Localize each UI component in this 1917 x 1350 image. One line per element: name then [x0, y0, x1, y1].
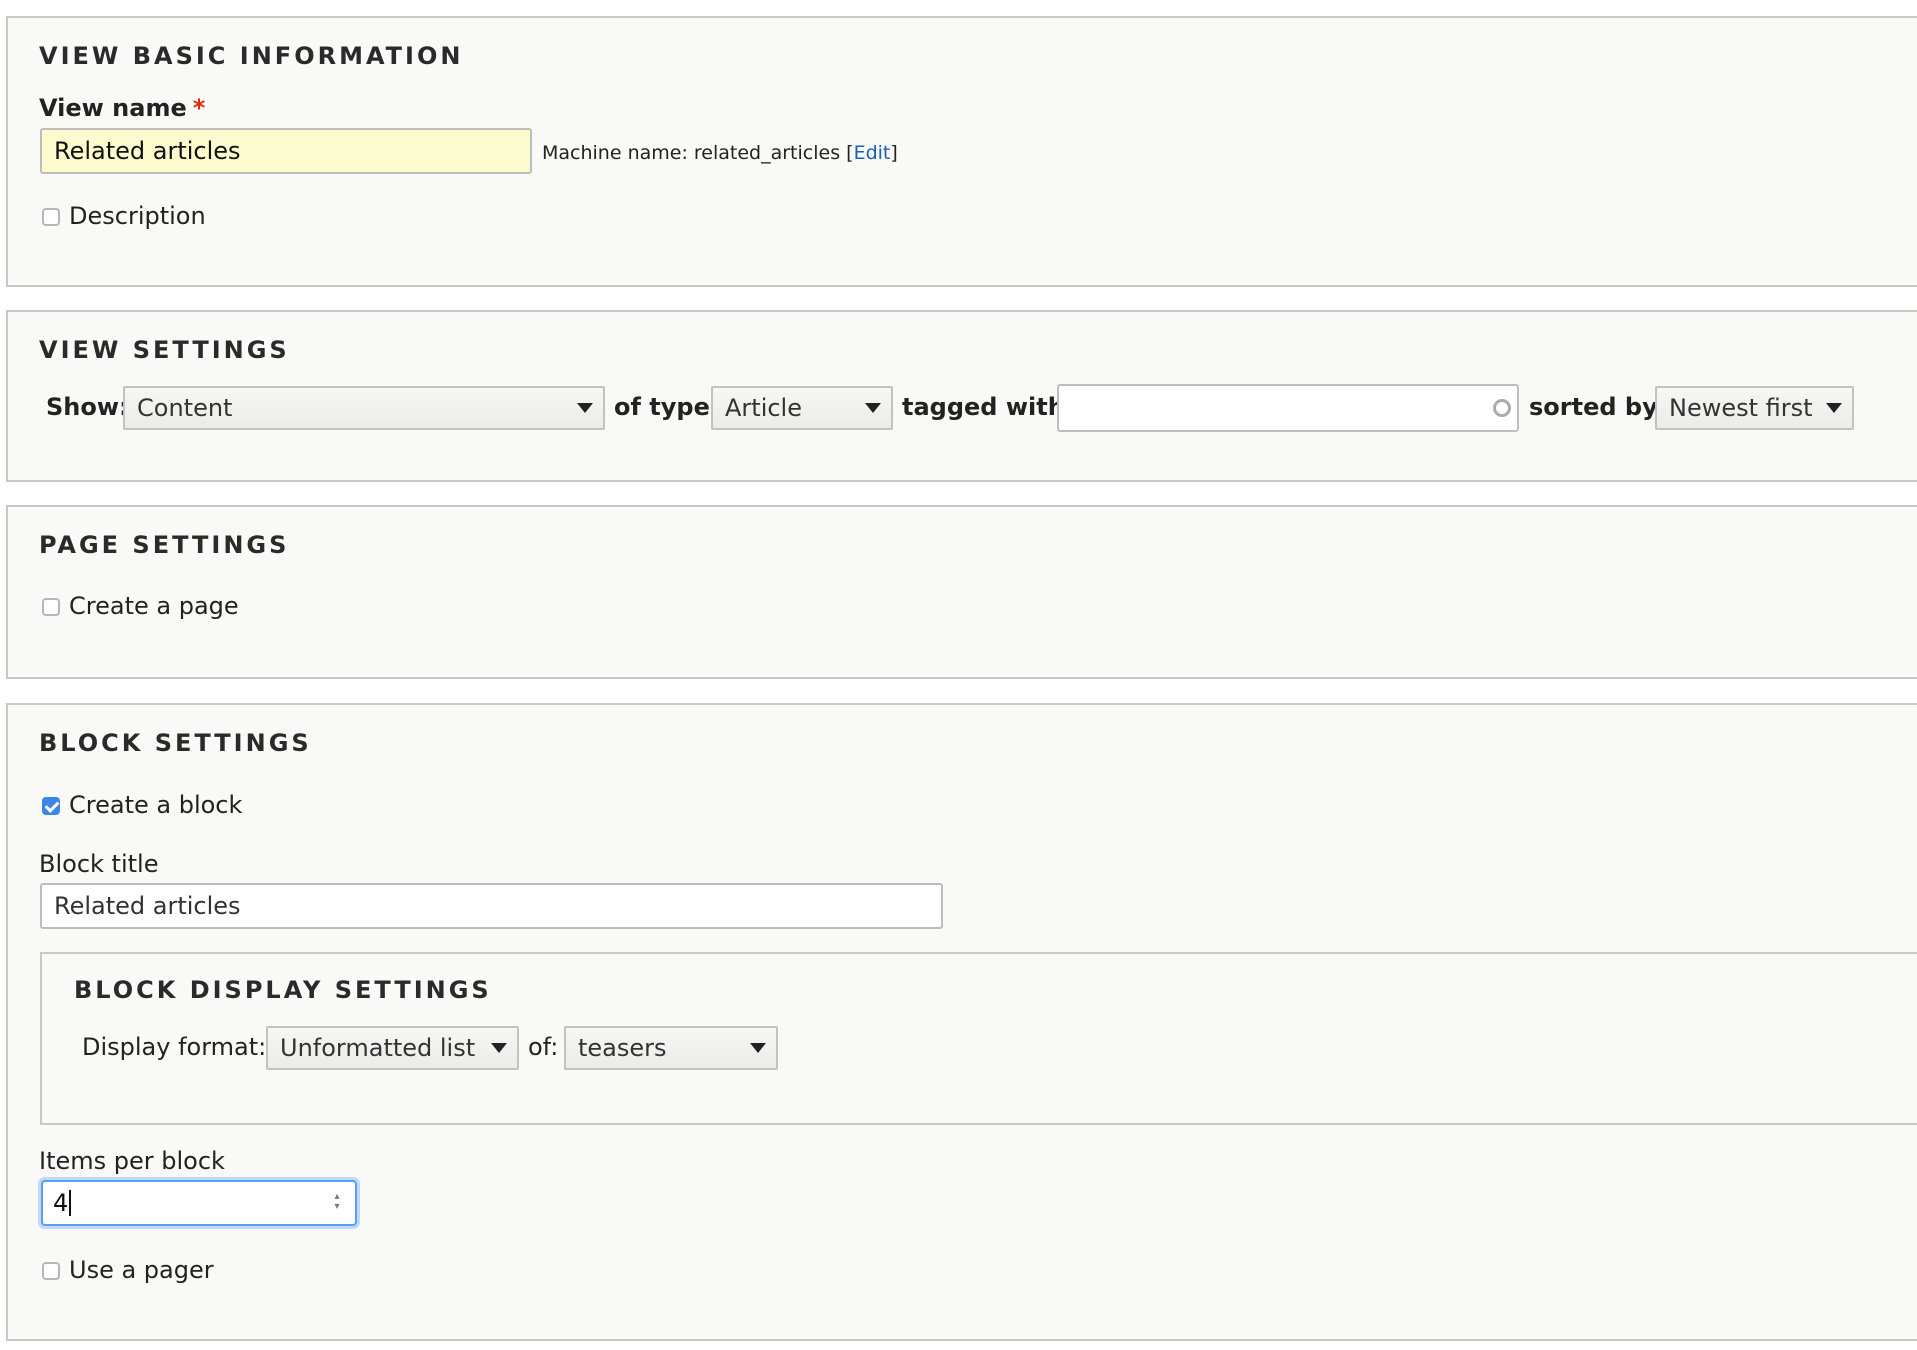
- of-label: of:: [528, 1033, 559, 1061]
- show-select[interactable]: Content: [123, 386, 605, 430]
- view-basic-information-fieldset: VIEW BASIC INFORMATION View name * Relate…: [6, 16, 1917, 287]
- sorted-by-select[interactable]: Newest first: [1655, 386, 1854, 430]
- of-select[interactable]: teasers: [564, 1026, 778, 1070]
- block-display-settings-fieldset: BLOCK DISPLAY SETTINGS Display format: U…: [40, 952, 1917, 1125]
- view-settings-legend: VIEW SETTINGS: [39, 336, 290, 364]
- view-name-input[interactable]: Related articles: [40, 128, 532, 174]
- display-format-select[interactable]: Unformatted list: [266, 1026, 519, 1070]
- items-per-block-label: Items per block: [39, 1147, 225, 1175]
- chevron-down-icon: [1826, 403, 1842, 413]
- tagged-with-input[interactable]: [1057, 384, 1519, 432]
- block-title-input[interactable]: Related articles: [40, 883, 943, 929]
- create-page-checkbox[interactable]: [42, 598, 60, 616]
- create-block-label: Create a block: [69, 791, 243, 819]
- create-block-checkbox[interactable]: [42, 797, 60, 815]
- chevron-down-icon: [491, 1043, 507, 1053]
- create-page-label: Create a page: [69, 592, 239, 620]
- chevron-down-icon: [577, 403, 593, 413]
- show-label: Show:: [46, 393, 129, 421]
- block-settings-legend: BLOCK SETTINGS: [39, 729, 312, 757]
- page-settings-fieldset: PAGE SETTINGS Create a page: [6, 505, 1917, 679]
- autocomplete-throbber-icon: [1493, 399, 1511, 417]
- chevron-down-icon: [750, 1043, 766, 1053]
- number-spinner-icon[interactable]: ▴ ▾: [331, 1192, 343, 1214]
- view-settings-fieldset: VIEW SETTINGS Show: Content of type: Art…: [6, 310, 1917, 482]
- machine-name: Machine name: related_articles [Edit]: [542, 142, 898, 164]
- type-select[interactable]: Article: [711, 386, 893, 430]
- block-display-settings-legend: BLOCK DISPLAY SETTINGS: [74, 976, 492, 1004]
- use-pager-label: Use a pager: [69, 1256, 214, 1284]
- machine-name-edit-link[interactable]: Edit: [854, 142, 891, 164]
- description-label: Description: [69, 202, 206, 230]
- required-marker: *: [192, 94, 206, 122]
- chevron-down-icon: [865, 403, 881, 413]
- page-settings-legend: PAGE SETTINGS: [39, 531, 290, 559]
- items-per-block-input[interactable]: 4 ▴ ▾: [41, 1180, 357, 1226]
- description-checkbox[interactable]: [42, 208, 60, 226]
- display-format-label: Display format:: [82, 1033, 267, 1061]
- view-basic-information-legend: VIEW BASIC INFORMATION: [39, 42, 464, 70]
- block-settings-fieldset: BLOCK SETTINGS Create a block Block titl…: [6, 703, 1917, 1341]
- view-name-label: View name *: [39, 94, 206, 122]
- block-title-label: Block title: [39, 850, 159, 878]
- sorted-by-label: sorted by:: [1529, 393, 1668, 421]
- tagged-with-label: tagged with:: [902, 393, 1075, 421]
- type-label: of type:: [614, 393, 720, 421]
- use-pager-checkbox[interactable]: [42, 1262, 60, 1280]
